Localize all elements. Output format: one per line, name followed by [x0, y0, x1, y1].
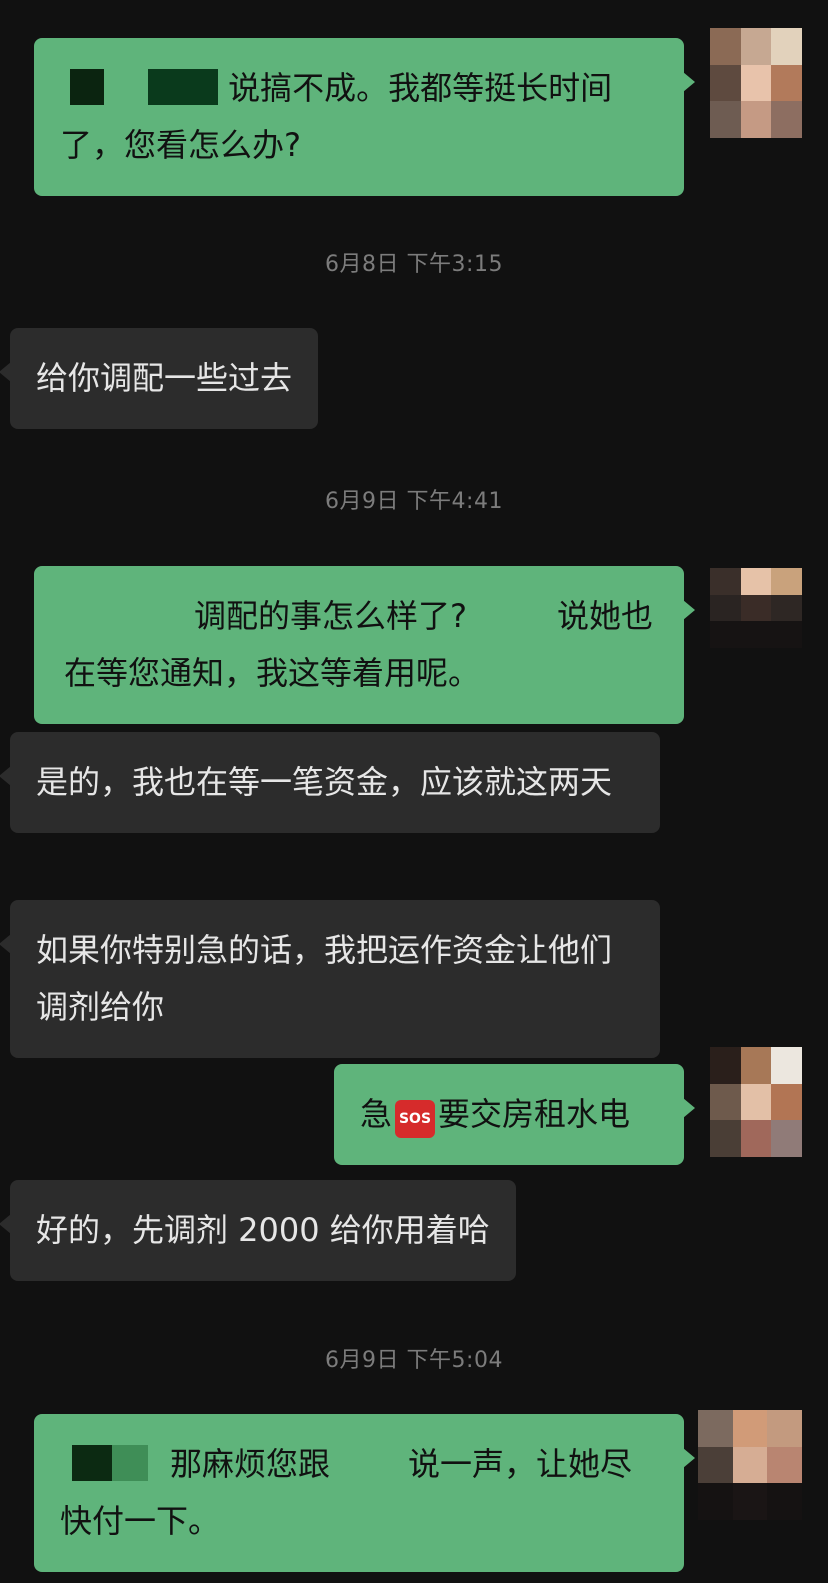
avatar[interactable]: [698, 1410, 802, 1520]
incoming-message-bubble[interactable]: 给你调配一些过去: [0, 328, 319, 429]
message-text: 是的，我也在等一笔资金，应该就这两天: [36, 763, 613, 801]
redacted-block: [112, 1445, 148, 1481]
incoming-message-bubble[interactable]: 如果你特别急的话，我把运作资金让他们调剂给你: [0, 900, 660, 1058]
message-timestamp: 6月8日 下午3:15: [325, 252, 503, 277]
message-text: 如果你特别急的话，我把运作资金让他们调剂给你: [36, 931, 613, 1026]
redacted-block: [70, 69, 104, 105]
message-text: 说搞不成。我都等挺长时间了，您看怎么办?: [60, 69, 613, 164]
message-text: 那麻烦您跟: [170, 1445, 331, 1483]
outgoing-message-bubble[interactable]: 调配的事怎么样了? 说她也在等您通知，我这等着用呢。: [34, 566, 695, 724]
incoming-message-bubble[interactable]: 是的，我也在等一笔资金，应该就这两天: [0, 732, 660, 833]
avatar[interactable]: [710, 28, 802, 138]
redacted-block: [148, 69, 219, 105]
avatar[interactable]: [710, 568, 802, 648]
chat-conversation[interactable]: 说搞不成。我都等挺长时间了，您看怎么办? 6月8日 下午3:15 给你调配一些过…: [0, 0, 828, 1583]
outgoing-message-bubble[interactable]: 说搞不成。我都等挺长时间了，您看怎么办?: [34, 38, 695, 196]
message-timestamp: 6月9日 下午4:41: [325, 489, 503, 514]
sos-icon: SOS: [395, 1100, 436, 1138]
message-text: 好的，先调剂 2000 给你用着哈: [36, 1211, 490, 1249]
outgoing-message-bubble[interactable]: 那麻烦您跟 说一声，让她尽快付一下。: [34, 1414, 695, 1572]
avatar[interactable]: [710, 1047, 802, 1157]
outgoing-message-bubble[interactable]: 急 SOS 要交房租水电: [334, 1064, 695, 1165]
incoming-message-bubble[interactable]: 好的，先调剂 2000 给你用着哈: [0, 1180, 516, 1281]
message-text: 急: [360, 1095, 393, 1133]
message-text: 调配的事怎么样了?: [194, 597, 467, 635]
message-text: 要交房租水电: [438, 1095, 631, 1133]
message-timestamp: 6月9日 下午5:04: [325, 1348, 503, 1373]
redacted-block: [72, 1445, 112, 1481]
message-text: 给你调配一些过去: [36, 359, 293, 397]
